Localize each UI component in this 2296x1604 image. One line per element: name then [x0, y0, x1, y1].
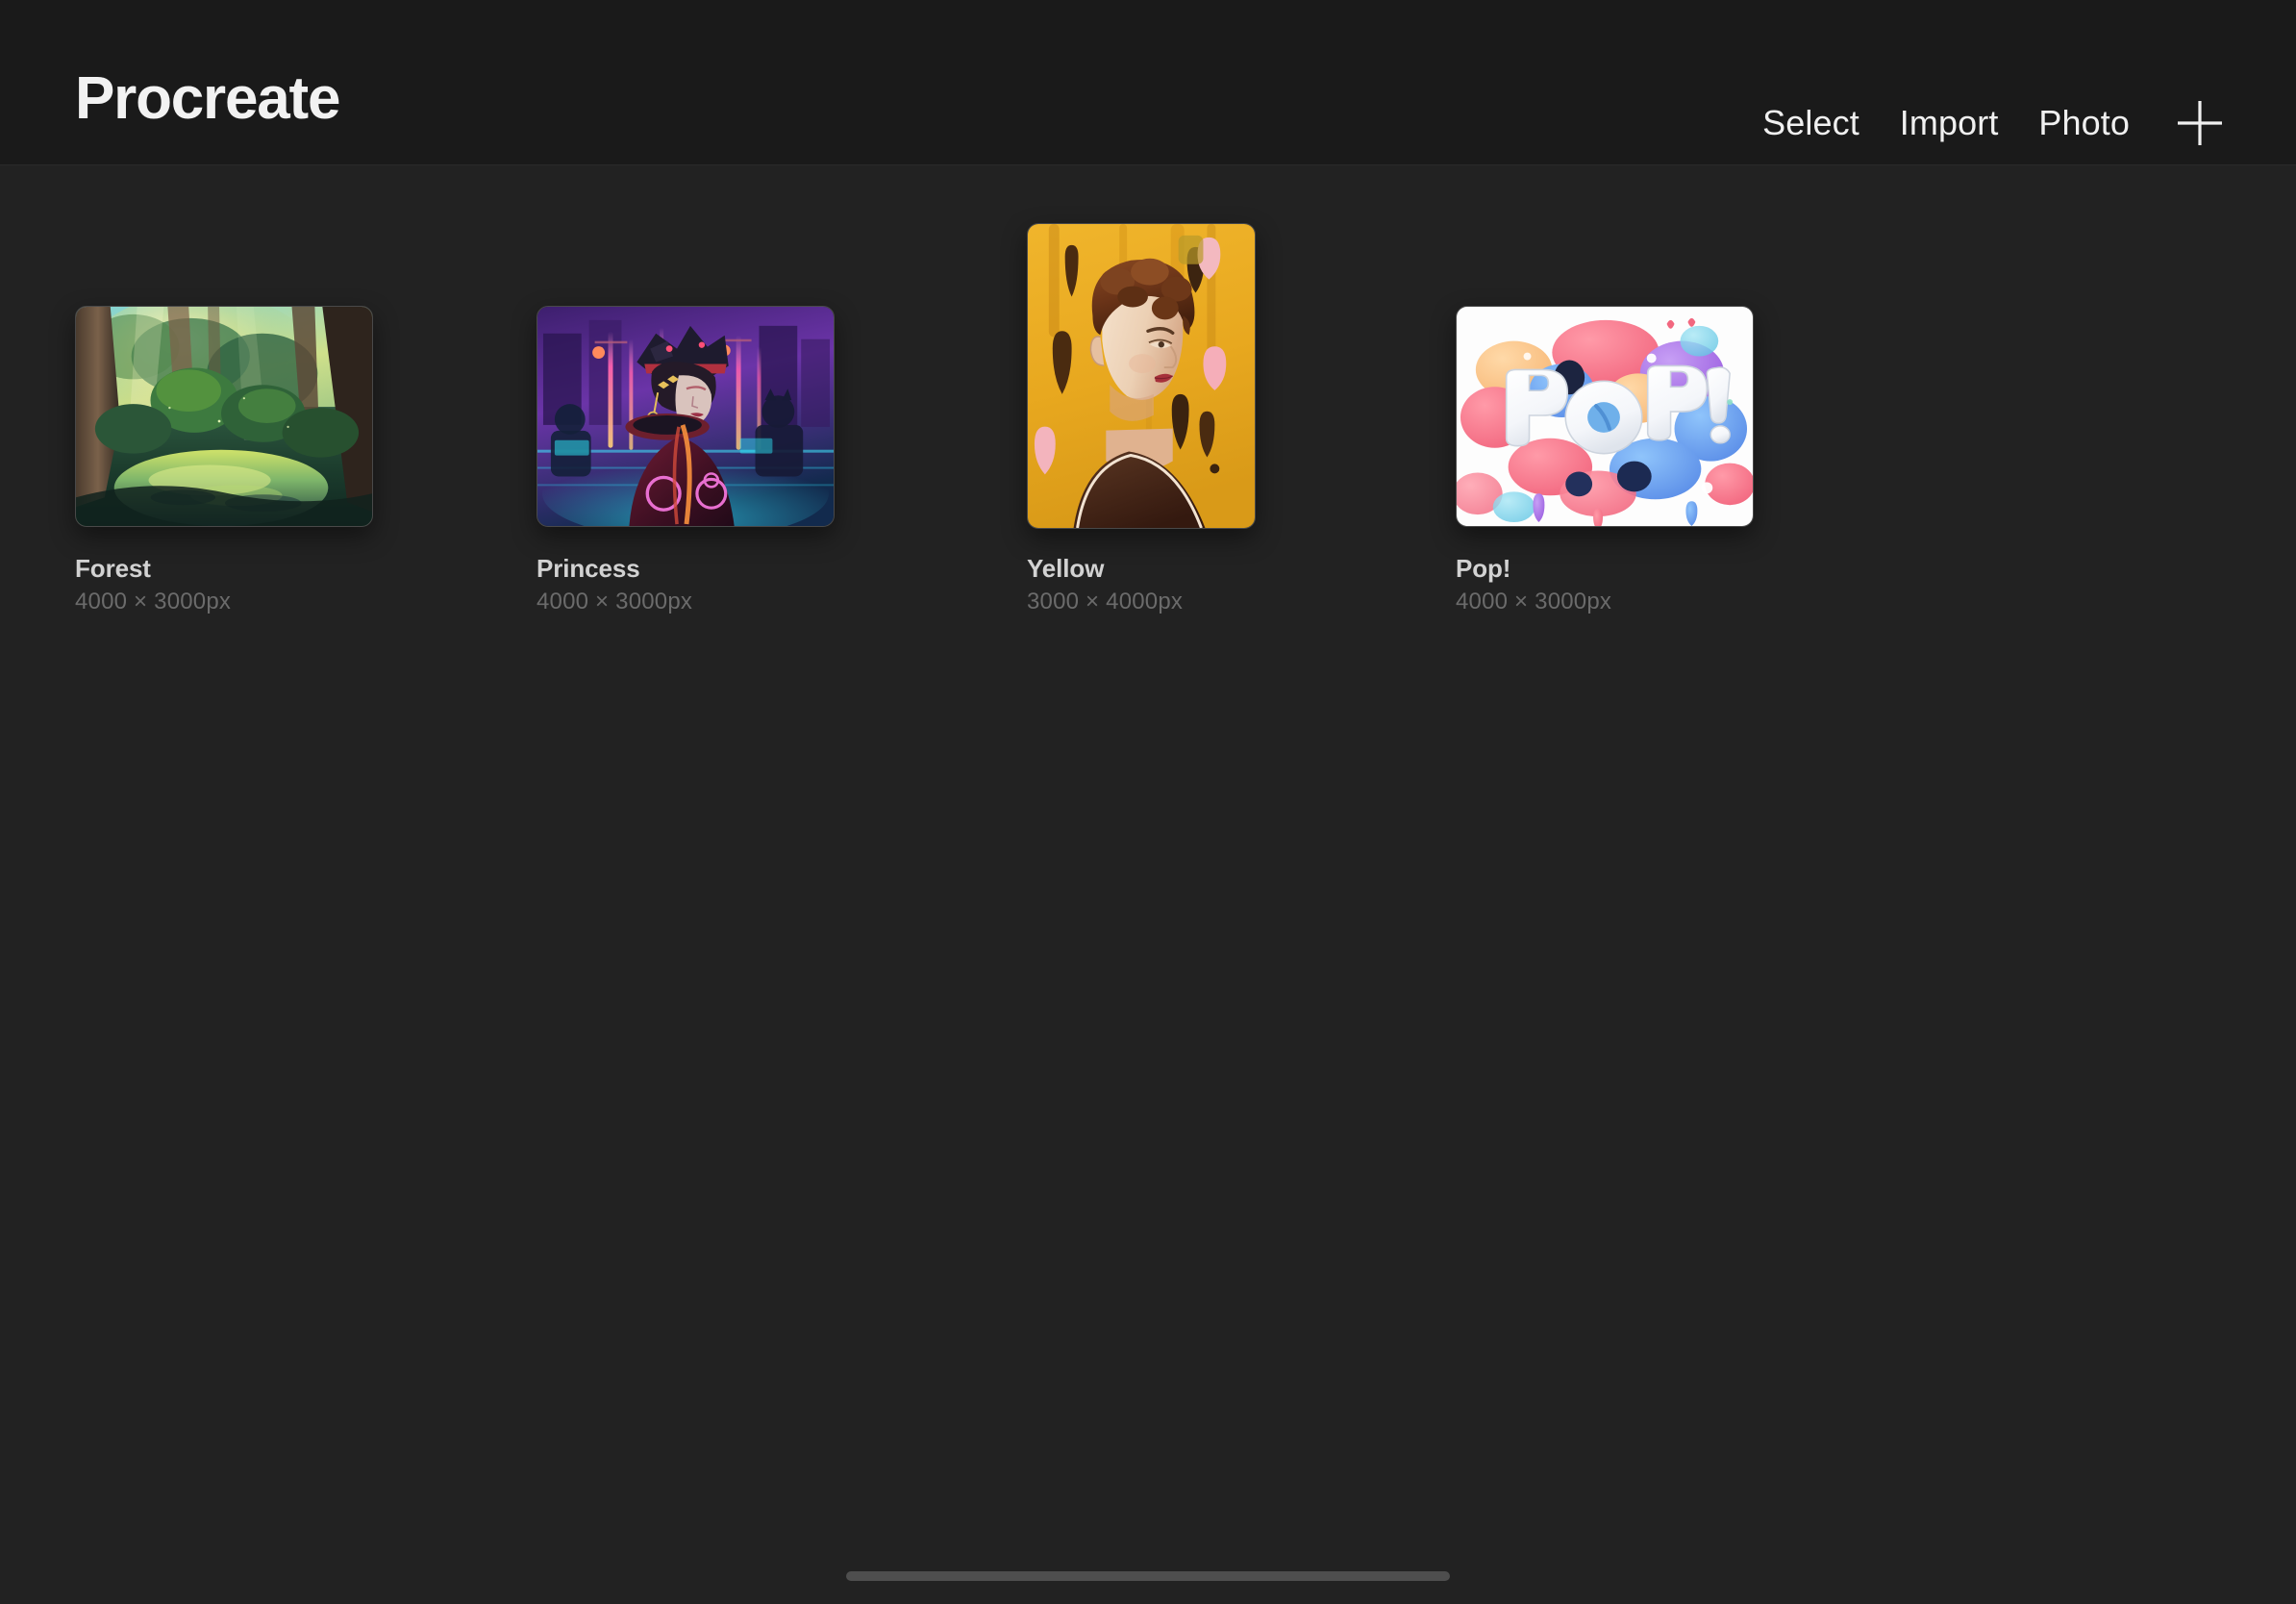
- header-actions: Select Import Photo: [1742, 92, 2236, 154]
- app-header: Procreate Select Import Photo: [0, 0, 2296, 165]
- home-indicator[interactable]: [846, 1571, 1450, 1581]
- pop-thumbnail-art: [1457, 307, 1753, 526]
- artwork-gallery: Forest 4000 × 3000px Princess 4000 × 300…: [0, 165, 2296, 1604]
- artwork-card-forest[interactable]: Forest 4000 × 3000px: [75, 165, 479, 646]
- princess-thumbnail-art: [537, 307, 834, 526]
- procreate-gallery-app: Procreate Select Import Photo Forest 400…: [0, 0, 2296, 1604]
- artwork-meta: Pop! 4000 × 3000px: [1456, 554, 1840, 614]
- artwork-card-pop[interactable]: Pop! 4000 × 3000px: [1456, 165, 1859, 646]
- artwork-title: Pop!: [1456, 554, 1511, 583]
- artwork-dimensions: 4000 × 3000px: [537, 589, 693, 614]
- artwork-dimensions: 4000 × 3000px: [75, 589, 232, 614]
- forest-thumbnail-art: [76, 307, 372, 526]
- forest-thumbnail[interactable]: [75, 306, 373, 527]
- artwork-dimensions: 4000 × 3000px: [1456, 589, 1612, 614]
- artwork-card-yellow[interactable]: Yellow 3000 × 4000px: [1027, 165, 1431, 646]
- import-button[interactable]: Import: [1880, 106, 2019, 140]
- yellow-thumbnail[interactable]: [1027, 223, 1256, 529]
- artwork-meta: Princess 4000 × 3000px: [537, 554, 921, 614]
- photo-button[interactable]: Photo: [2018, 106, 2150, 140]
- pop-thumbnail[interactable]: [1456, 306, 1754, 527]
- artwork-meta: Forest 4000 × 3000px: [75, 554, 460, 614]
- plus-icon: [2178, 101, 2222, 145]
- add-artwork-button[interactable]: [2163, 92, 2236, 154]
- artwork-meta: Yellow 3000 × 4000px: [1027, 554, 1411, 614]
- princess-thumbnail[interactable]: [537, 306, 835, 527]
- artwork-title: Princess: [537, 554, 640, 583]
- artwork-title: Yellow: [1027, 554, 1105, 583]
- select-button[interactable]: Select: [1742, 106, 1880, 140]
- yellow-thumbnail-art: [1028, 224, 1255, 528]
- artwork-title: Forest: [75, 554, 151, 583]
- artwork-card-princess[interactable]: Princess 4000 × 3000px: [537, 165, 940, 646]
- artwork-dimensions: 3000 × 4000px: [1027, 589, 1184, 614]
- page-title: Procreate: [75, 65, 340, 132]
